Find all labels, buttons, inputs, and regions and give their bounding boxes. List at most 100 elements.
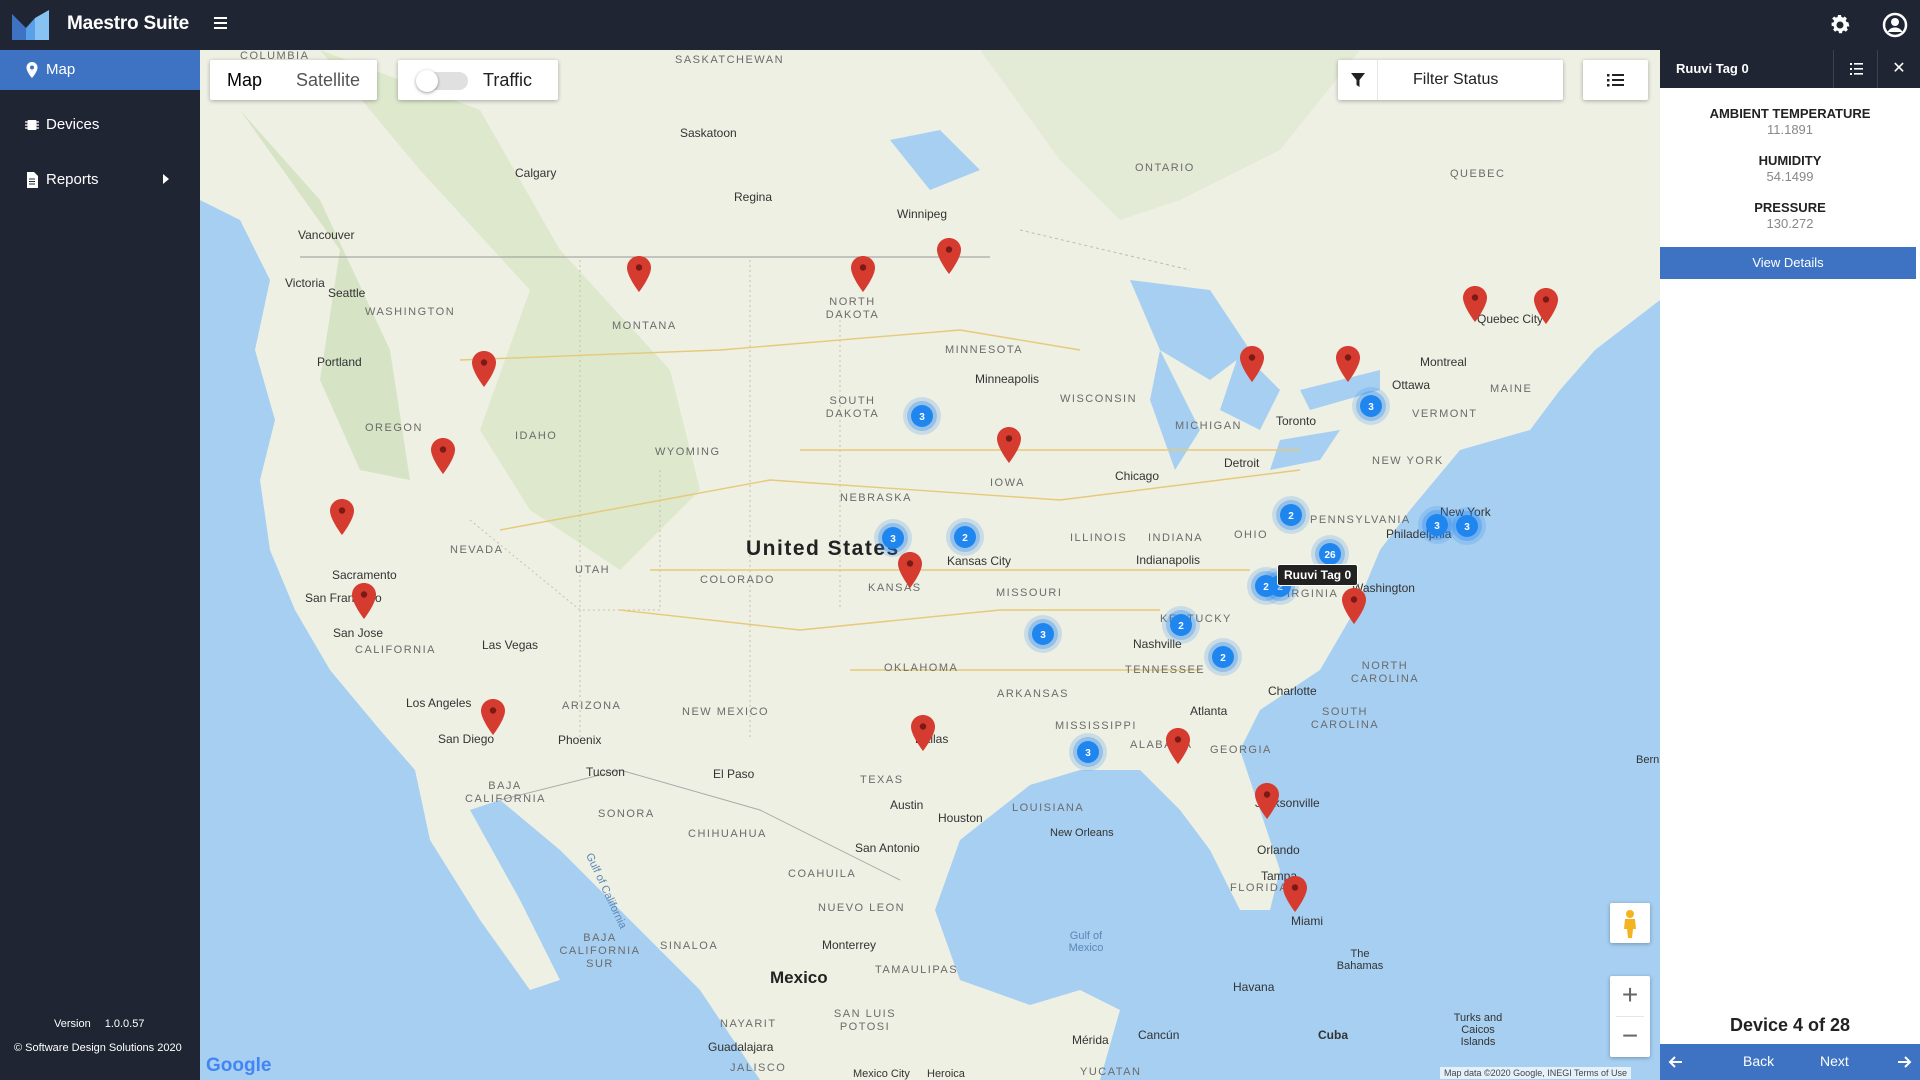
map-attribution[interactable]: Map data ©2020 Google, INEGI Terms of Us… (1440, 1067, 1632, 1079)
device-pin-icon[interactable] (1166, 728, 1190, 764)
map-label: CHIHUAHUA (688, 828, 767, 840)
map-type-map-button[interactable]: Map (210, 60, 279, 100)
copyright: © Software Design Solutions 2020 (14, 1042, 182, 1054)
traffic-toggle-control[interactable]: Traffic (398, 60, 558, 100)
sidebar-item-map[interactable]: Map (0, 50, 200, 90)
cluster-count: 2 (1178, 621, 1184, 632)
map-label: The Bahamas (1336, 948, 1384, 972)
device-pin-icon[interactable] (1342, 588, 1366, 624)
map-label: SINALOA (660, 940, 719, 952)
cluster-count: 3 (1464, 522, 1470, 533)
user-account-icon[interactable] (1882, 12, 1908, 38)
map-label: Havana (1233, 980, 1275, 994)
device-pin-icon[interactable] (1283, 876, 1307, 912)
device-pin-icon[interactable] (911, 715, 935, 751)
device-pin-icon[interactable] (997, 427, 1021, 463)
map-label: Los Angeles (406, 696, 472, 710)
filter-status-button[interactable]: Filter Status (1338, 60, 1563, 100)
map-label: MISSOURI (996, 587, 1063, 599)
device-pin-icon[interactable] (472, 351, 496, 387)
device-cluster[interactable]: 2 (1203, 637, 1243, 677)
device-pin-icon[interactable] (352, 583, 376, 619)
view-details-button[interactable]: View Details (1660, 247, 1916, 279)
device-cluster[interactable]: 3 (902, 396, 942, 436)
menu-toggle-icon[interactable] (214, 14, 234, 34)
cluster-count: 3 (1368, 402, 1374, 413)
device-pin-icon[interactable] (1255, 783, 1279, 819)
map-label: Victoria (285, 276, 325, 290)
map-label: El Paso (713, 767, 755, 781)
map-label: NAYARIT (720, 1018, 777, 1030)
version-label: Version (54, 1018, 91, 1030)
map-terrain (200, 50, 1660, 1080)
cluster-count: 3 (1434, 521, 1440, 532)
sidebar-item-devices[interactable]: Devices (0, 105, 200, 145)
panel-list-icon[interactable] (1833, 50, 1877, 88)
device-cluster[interactable]: 3 (873, 518, 913, 558)
device-cluster[interactable]: 3 (1447, 506, 1487, 546)
close-icon[interactable]: ✕ (1877, 50, 1920, 88)
device-cluster[interactable]: 3 (1068, 732, 1108, 772)
device-pin-icon[interactable] (937, 238, 961, 274)
device-cluster[interactable]: 3 (1351, 386, 1391, 426)
map-label: COLORADO (700, 574, 775, 586)
gear-icon[interactable] (1828, 13, 1852, 37)
map-label: TAMAULIPAS (875, 964, 959, 976)
traffic-label: Traffic (483, 70, 533, 90)
map-label: INDIANA (1148, 532, 1204, 544)
map-label: Orlando (1257, 843, 1300, 857)
map-label: IDAHO (515, 430, 558, 442)
zoom-out-button[interactable]: − (1610, 1017, 1650, 1057)
map-label: Charlotte (1268, 684, 1317, 698)
arrow-right-icon[interactable] (1896, 1054, 1912, 1070)
water-label: Gulf of Mexico (1068, 930, 1104, 954)
zoom-control: + − (1610, 976, 1650, 1057)
sidebar-item-reports[interactable]: Reports (0, 160, 200, 200)
map-label: JALISCO (730, 1062, 787, 1074)
list-view-button[interactable] (1583, 60, 1648, 100)
device-cluster[interactable]: 2 (1161, 605, 1201, 645)
device-pin-icon[interactable] (627, 256, 651, 292)
device-counter: Device 4 of 28 (1729, 1015, 1851, 1035)
metric-label: HUMIDITY (1758, 153, 1822, 168)
map-label: COAHUILA (788, 868, 857, 880)
map-label: MICHIGAN (1175, 420, 1242, 432)
device-pin-icon[interactable] (330, 499, 354, 535)
filter-icon (1338, 60, 1378, 100)
version-info: Version 1.0.0.57 (54, 1018, 144, 1030)
next-button[interactable]: Next (1820, 1053, 1849, 1069)
device-cluster[interactable]: 3 (1023, 614, 1063, 654)
device-pin-icon[interactable] (1534, 288, 1558, 324)
map-label: VERMONT (1412, 408, 1478, 420)
device-pin-icon[interactable] (481, 699, 505, 735)
arrow-left-icon[interactable] (1668, 1054, 1684, 1070)
device-pin-icon[interactable] (431, 438, 455, 474)
map-label: New Orleans (1050, 827, 1114, 839)
map-label: PENNSYLVANIA (1310, 514, 1411, 526)
map-label: ARIZONA (562, 700, 622, 712)
map-label: BAJA CALIFORNIA (465, 780, 547, 805)
map-label: FLORIDA (1230, 882, 1289, 894)
list-icon (1607, 74, 1624, 87)
map-label: Monterrey (822, 938, 877, 952)
map-canvas[interactable]: COLUMBIA SASKATCHEWAN ONTARIO QUEBEC WAS… (200, 50, 1660, 1080)
device-cluster[interactable]: 2 (945, 517, 985, 557)
map-label: LOUISIANA (1012, 802, 1085, 814)
map-type-satellite-button[interactable]: Satellite (279, 60, 377, 100)
pegman-icon[interactable] (1610, 903, 1650, 943)
device-pin-icon[interactable] (1336, 346, 1360, 382)
map-label: CALIFORNIA (355, 644, 437, 656)
device-pin-icon[interactable] (1463, 286, 1487, 322)
back-button[interactable]: Back (1743, 1053, 1774, 1069)
device-pin-icon[interactable] (1240, 346, 1264, 382)
map-label: ILLINOIS (1070, 532, 1128, 544)
map-label: Toronto (1276, 414, 1317, 428)
zoom-in-button[interactable]: + (1610, 976, 1650, 1016)
traffic-toggle[interactable] (416, 70, 468, 92)
map-label: SONORA (598, 808, 655, 820)
sidebar: Map Devices Reports Version 1.0.0.57 © So… (0, 50, 200, 1080)
map-label: Tucson (586, 765, 625, 779)
app-title: Maestro Suite (67, 13, 189, 34)
device-pin-icon[interactable] (851, 256, 875, 292)
device-cluster[interactable]: 2 (1271, 495, 1311, 535)
